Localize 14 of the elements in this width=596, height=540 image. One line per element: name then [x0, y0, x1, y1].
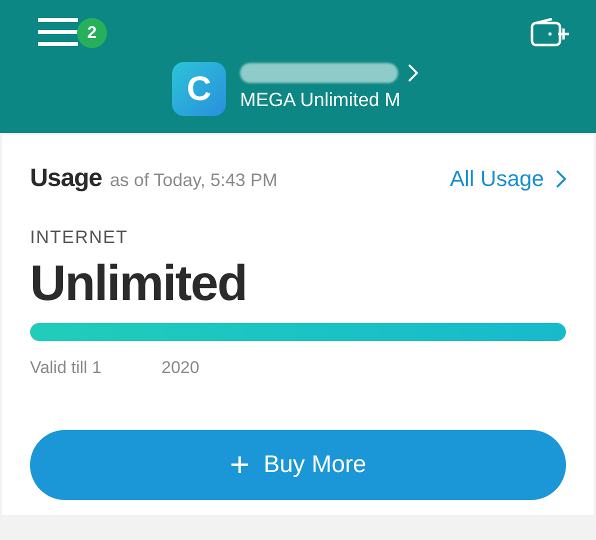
validity-text: Valid till 1: [30, 356, 102, 378]
usage-title: Usage: [30, 163, 102, 194]
wallet-add-icon[interactable]: [530, 18, 570, 48]
account-logo[interactable]: C: [172, 62, 226, 116]
data-amount: Unlimited: [30, 254, 248, 312]
category-label: INTERNET: [30, 226, 129, 248]
buy-more-button[interactable]: + Buy More: [30, 430, 566, 500]
notification-badge: 2: [77, 18, 107, 48]
validity-year: 2020: [162, 356, 200, 378]
usage-timestamp: as of Today, 5:43 PM: [110, 169, 278, 192]
all-usage-link[interactable]: All Usage: [450, 162, 566, 195]
plan-name: MEGA Unlimited M: [240, 88, 402, 113]
chevron-right-icon: [556, 170, 566, 188]
chevron-right-icon[interactable]: [408, 64, 418, 82]
